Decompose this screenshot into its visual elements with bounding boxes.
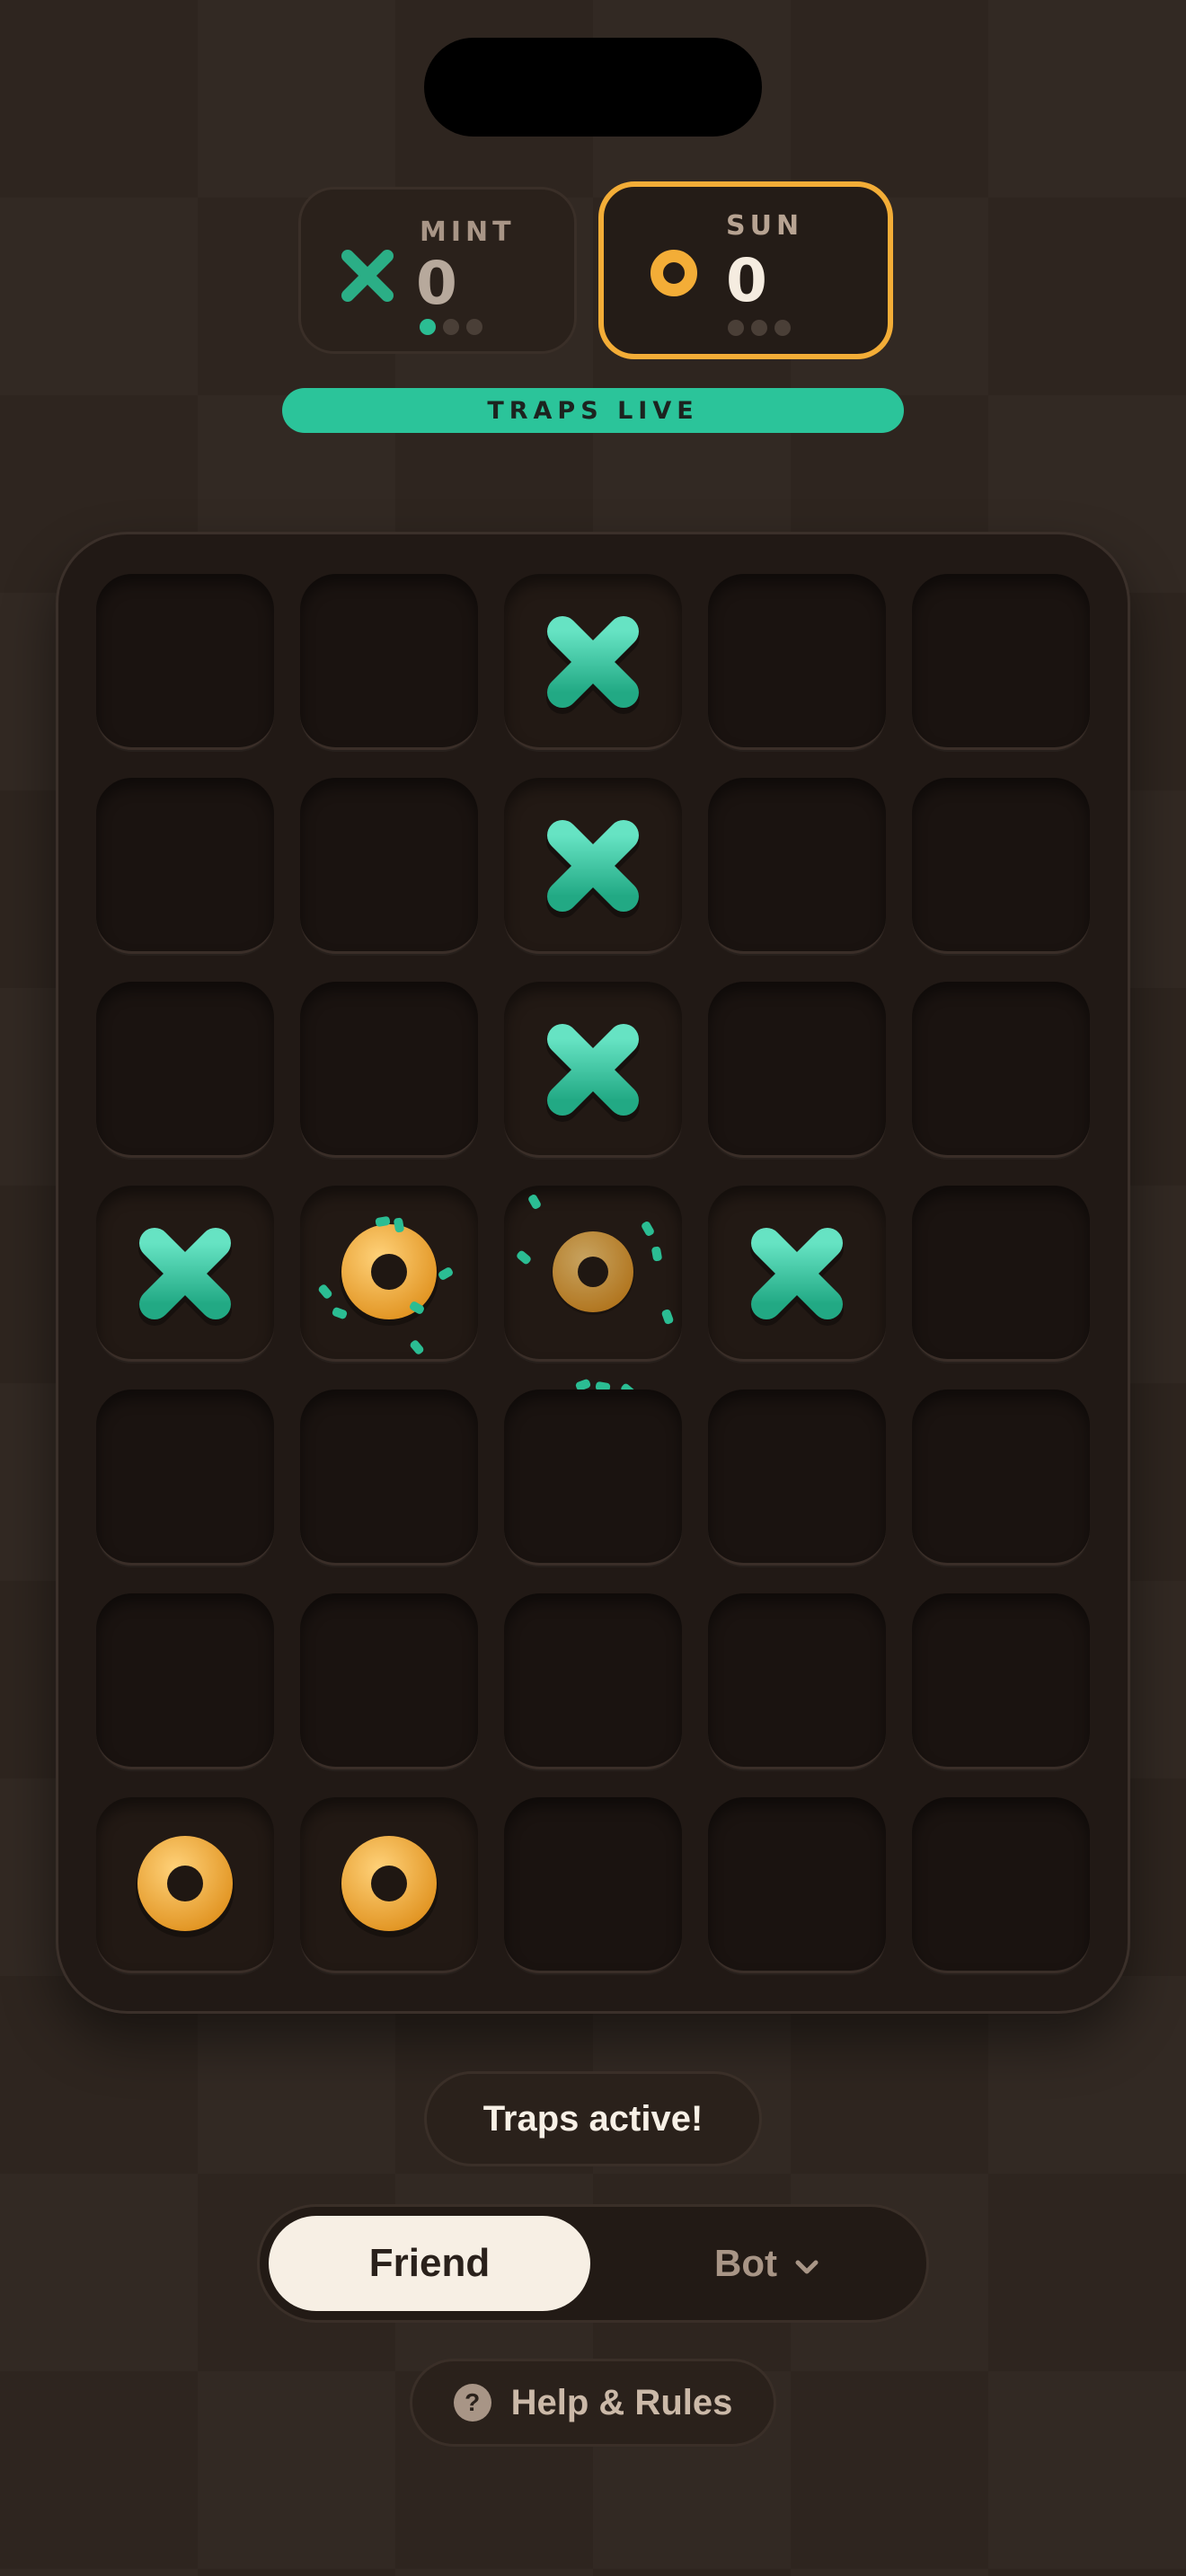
o-ring-icon	[647, 246, 701, 304]
board-cell[interactable]	[300, 1797, 478, 1973]
status-pill: Traps active!	[424, 2071, 762, 2166]
board-cell[interactable]	[504, 778, 682, 954]
board-cell[interactable]	[96, 1186, 274, 1362]
question-icon: ?	[453, 2384, 491, 2422]
round-dots	[728, 320, 791, 336]
x-mark-icon	[750, 1228, 844, 1326]
board-cell[interactable]	[912, 1389, 1090, 1566]
board-cell[interactable]	[96, 1797, 274, 1973]
board-cell[interactable]	[912, 1186, 1090, 1362]
board-cell[interactable]	[300, 1389, 478, 1566]
player-name: SUN	[726, 210, 804, 242]
board-cell[interactable]	[708, 982, 886, 1158]
round-dots	[420, 319, 482, 335]
board-cell[interactable]	[912, 778, 1090, 954]
board-cell[interactable]	[300, 574, 478, 750]
board-cell[interactable]	[504, 1593, 682, 1769]
help-rules-button[interactable]: ? Help & Rules	[410, 2359, 776, 2447]
board-cell[interactable]	[300, 1593, 478, 1769]
mode-toggle: Friend Bot	[257, 2204, 929, 2323]
board-cell[interactable]	[708, 1593, 886, 1769]
friend-mode-button[interactable]: Friend	[269, 2216, 590, 2311]
board-cell[interactable]	[708, 1797, 886, 1973]
board-cell[interactable]	[300, 778, 478, 954]
board-cell[interactable]	[504, 574, 682, 750]
help-label: Help & Rules	[510, 2382, 733, 2422]
bot-mode-label: Bot	[714, 2242, 777, 2284]
trap-sprinkles-icon	[517, 1195, 674, 1398]
round-dot	[774, 320, 791, 336]
board-cell[interactable]	[96, 574, 274, 750]
board-cell[interactable]	[96, 1593, 274, 1769]
board-cell[interactable]	[708, 1186, 886, 1362]
friend-mode-label: Friend	[368, 2241, 491, 2285]
game-board	[56, 532, 1130, 2014]
board-cell[interactable]	[504, 1797, 682, 1973]
o-ring-mark-icon	[136, 1836, 235, 1937]
o-ring-mark-icon	[340, 1836, 438, 1937]
x-mark-icon	[138, 1228, 232, 1326]
board-cell[interactable]	[504, 982, 682, 1158]
board-cell[interactable]	[912, 1593, 1090, 1769]
board-cell[interactable]	[96, 982, 274, 1158]
bot-mode-button[interactable]: Bot	[655, 2216, 880, 2311]
trap-sprinkles-icon	[318, 1216, 453, 1354]
player-score: 0	[726, 246, 767, 315]
round-dot	[728, 320, 744, 336]
board-cell[interactable]	[708, 778, 886, 954]
board-cell[interactable]	[504, 1186, 682, 1398]
dynamic-island	[424, 38, 762, 137]
banner-label: TRAPS LIVE	[487, 396, 699, 425]
board-cell[interactable]	[300, 1186, 478, 1362]
board-cell[interactable]	[96, 1389, 274, 1566]
player-card-mint: MINT 0	[298, 187, 577, 354]
x-mark-icon	[546, 616, 640, 714]
round-dot	[751, 320, 767, 336]
board-cell[interactable]	[912, 982, 1090, 1158]
x-icon	[337, 245, 398, 310]
board-cell[interactable]	[300, 982, 478, 1158]
chevron-down-icon	[793, 2242, 820, 2285]
round-dot	[420, 319, 436, 335]
board-cell[interactable]	[708, 1389, 886, 1566]
round-dot	[443, 319, 459, 335]
player-card-sun: SUN 0	[598, 181, 893, 359]
x-mark-icon	[546, 820, 640, 918]
status-text: Traps active!	[482, 2098, 704, 2139]
board-cell[interactable]	[504, 1389, 682, 1566]
board-cell[interactable]	[912, 574, 1090, 750]
player-score: 0	[416, 249, 457, 318]
board-cell[interactable]	[96, 778, 274, 954]
player-name: MINT	[420, 216, 516, 248]
round-dot	[466, 319, 482, 335]
board-cell[interactable]	[708, 574, 886, 750]
board-cell[interactable]	[912, 1797, 1090, 1973]
x-mark-icon	[546, 1024, 640, 1122]
traps-live-banner: TRAPS LIVE	[282, 388, 904, 433]
